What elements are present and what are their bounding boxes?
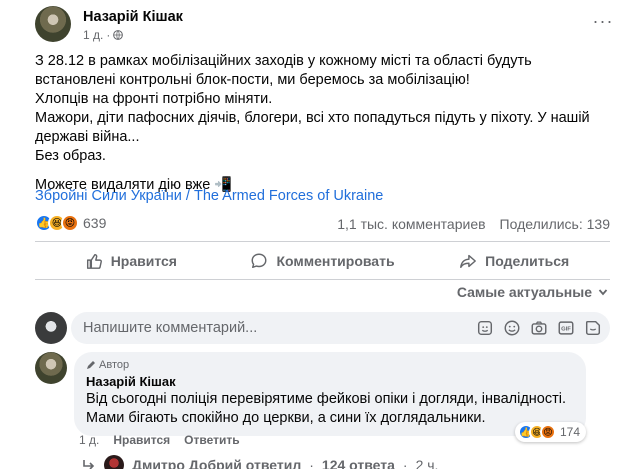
share-button-label: Поделиться — [485, 253, 570, 269]
sort-label: Самые актуальные — [456, 284, 592, 300]
divider — [35, 279, 610, 280]
reaction-count[interactable]: 639 — [83, 215, 106, 231]
author-avatar[interactable] — [35, 6, 71, 42]
replies-dot: · — [402, 457, 408, 469]
emoji-icon[interactable] — [503, 319, 521, 337]
commenter-avatar[interactable] — [35, 352, 67, 384]
comment-icon — [251, 253, 267, 269]
sticker-icon[interactable] — [476, 319, 494, 337]
author-badge: Автор — [86, 359, 574, 371]
comment-composer[interactable]: GIF — [71, 312, 610, 344]
angry-reaction-icon: 😡 — [61, 214, 79, 232]
replier-name: Дмитро Добрий ответил — [132, 457, 302, 469]
composer-icons: GIF — [476, 319, 602, 337]
current-user-avatar[interactable] — [35, 312, 67, 344]
like-button[interactable]: Нравится — [35, 246, 227, 276]
post-body: З 28.12 в рамках мобілізаційних заходів … — [35, 52, 610, 195]
comment-input[interactable] — [83, 312, 463, 344]
pen-icon — [87, 361, 95, 369]
share-arrow-icon — [460, 254, 477, 269]
comment-time[interactable]: 1 д. — [79, 433, 99, 447]
comment-footer: 1 д. Нравится Ответить — [79, 433, 240, 447]
post-reactions[interactable]: 👍 😆 😡 639 — [35, 214, 106, 232]
meta-separator: · — [106, 28, 111, 42]
comment-reply-button[interactable]: Ответить — [184, 433, 239, 447]
replies-separator: · — [309, 457, 314, 469]
globe-icon — [113, 30, 124, 40]
post-action-bar: Нравится Комментировать Поделиться — [35, 246, 610, 276]
comment-like-button[interactable]: Нравится — [113, 433, 170, 447]
post-paragraph: З 28.12 в рамках мобілізаційних заходів … — [35, 53, 590, 164]
page-link[interactable]: Збройні Сили України / The Armed Forces … — [35, 188, 383, 204]
sticker-page-icon[interactable] — [584, 319, 602, 337]
reply-arrow-icon — [83, 460, 95, 469]
post-meta: 1 д. · — [83, 28, 124, 42]
shares-count[interactable]: Поделились: 139 — [500, 216, 610, 232]
thumbs-up-icon — [86, 253, 102, 269]
more-options-button[interactable]: ··· — [591, 12, 615, 36]
post-header: Назарій Кішак 1 д. · ··· — [35, 6, 615, 42]
gif-icon[interactable]: GIF — [557, 319, 575, 337]
comment-sort-dropdown[interactable]: Самые актуальные — [457, 284, 608, 300]
like-button-label: Нравится — [110, 253, 177, 269]
divider — [35, 241, 610, 242]
comment-button-label: Комментировать — [276, 253, 395, 269]
share-button[interactable]: Поделиться — [418, 246, 610, 276]
author-badge-label: Автор — [99, 359, 130, 371]
comment-text: Від сьогодні поліція перевірятиме фейков… — [86, 391, 566, 426]
comment-author-name[interactable]: Назарій Кішак — [86, 374, 574, 389]
post-time[interactable]: 1 д. — [83, 28, 103, 42]
svg-text:GIF: GIF — [561, 327, 571, 333]
comment-reaction-count: 174 — [560, 425, 581, 439]
view-replies-link[interactable]: Дмитро Добрий ответил · 124 ответа · 2 ч… — [82, 455, 438, 469]
comment-bubble: Автор Назарій Кішак Від сьогодні поліція… — [74, 352, 586, 436]
post-author-name[interactable]: Назарій Кішак — [83, 9, 183, 25]
comment-reactions[interactable]: 👍 😆 😡 174 — [515, 422, 587, 442]
angry-reaction-icon: 😡 — [540, 424, 556, 440]
chevron-down-icon — [598, 289, 608, 296]
comments-count[interactable]: 1,1 тыс. комментариев — [337, 216, 485, 232]
comment-composer-row: GIF — [35, 312, 610, 344]
replies-time: 2 ч. — [415, 457, 439, 469]
replier-avatar — [104, 455, 124, 469]
post-stats: 1,1 тыс. комментариев Поделились: 139 — [337, 216, 610, 232]
comment-button[interactable]: Комментировать — [227, 246, 419, 276]
replies-count: 124 ответа — [321, 457, 395, 469]
camera-icon[interactable] — [530, 319, 548, 337]
